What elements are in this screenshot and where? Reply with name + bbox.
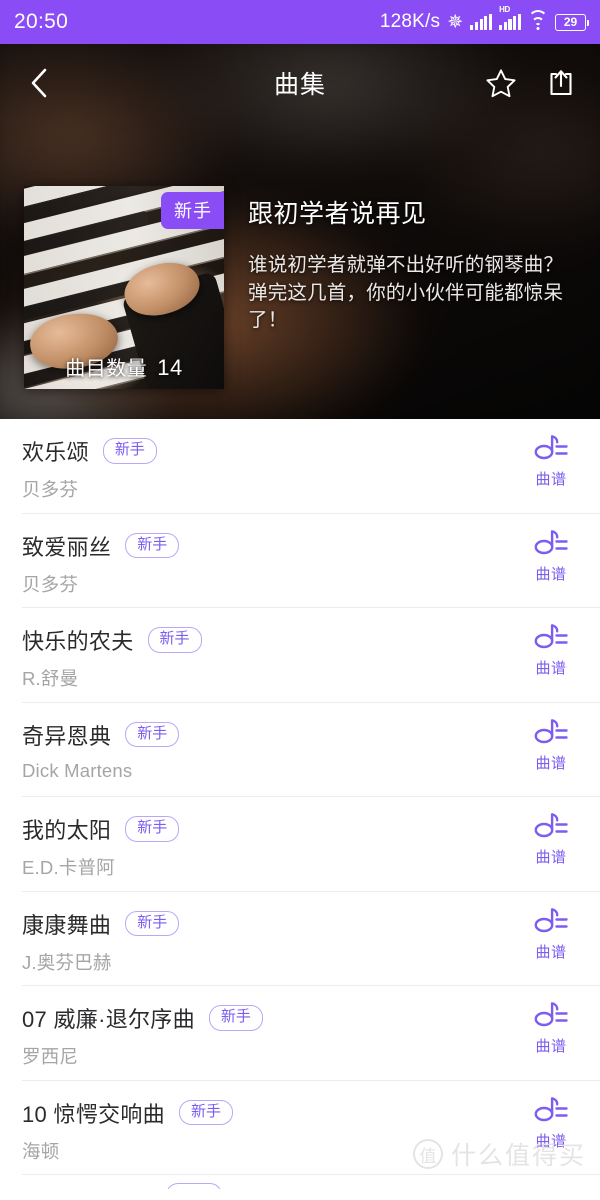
sheet-music-label: 曲谱 xyxy=(535,660,567,677)
row-title-group: 欢乐颂 新手 xyxy=(22,435,157,467)
signal-bars-icon xyxy=(470,14,493,30)
song-title: 07 威廉·退尔序曲 xyxy=(22,1007,195,1032)
hd-signal-bars-icon: HD xyxy=(499,5,521,30)
music-note-icon xyxy=(534,813,568,838)
level-badge: 新手 xyxy=(125,816,180,842)
chevron-left-icon xyxy=(31,68,47,98)
song-title: 奇异恩典 xyxy=(22,723,112,749)
table-row[interactable]: 欢乐颂 新手 贝多芬 曲谱 xyxy=(0,419,600,514)
table-row[interactable]: 我的太阳 新手 E.D.卡普阿 曲谱 xyxy=(0,797,600,892)
level-badge-partial xyxy=(166,1183,222,1189)
back-button[interactable] xyxy=(22,66,56,100)
nav-bar: 曲集 xyxy=(0,44,600,122)
track-count: 曲目数量 14 xyxy=(24,352,224,381)
sheet-music-button[interactable]: 曲谱 xyxy=(522,906,580,962)
row-title-group: 致爱丽丝 新手 xyxy=(22,530,180,562)
row-title-group: 我的太阳 新手 xyxy=(22,813,180,845)
track-count-value: 14 xyxy=(157,355,183,380)
hd-label: HD xyxy=(499,5,511,14)
table-row[interactable]: 致爱丽丝 新手 贝多芬 曲谱 xyxy=(0,514,600,609)
level-badge: 新手 xyxy=(147,627,202,653)
sheet-music-button[interactable]: 曲谱 xyxy=(522,528,580,584)
hero-body: 新手 曲目数量 14 跟初学者说再见 谁说初学者就弹不出好听的钢琴曲？弹完这几首，… xyxy=(24,186,600,389)
music-note-icon xyxy=(534,435,568,460)
sheet-music-button[interactable]: 曲谱 xyxy=(522,1000,580,1056)
level-badge: 新手 xyxy=(125,721,180,748)
battery-icon: 29 xyxy=(555,13,589,31)
sheet-music-label: 曲谱 xyxy=(535,1038,567,1055)
table-row[interactable]: 10 惊愕交响曲 新手 海顿 曲谱 xyxy=(0,1081,600,1176)
level-badge: 新手 xyxy=(125,532,180,559)
collection-title: 跟初学者说再见 xyxy=(248,200,427,228)
battery-level-label: 29 xyxy=(563,15,578,29)
song-artist: 海顿 xyxy=(22,1140,60,1162)
table-row[interactable]: 康康舞曲 新手 J.奥芬巴赫 曲谱 xyxy=(0,892,600,987)
sheet-music-label: 曲谱 xyxy=(535,943,567,961)
bluetooth-icon: ✵ xyxy=(447,11,464,33)
song-title: 致爱丽丝 xyxy=(22,534,112,560)
sheet-music-label: 曲谱 xyxy=(535,471,567,488)
song-list: 欢乐颂 新手 贝多芬 曲谱 致爱丽丝 新手 贝多芬 曲谱 快乐的农夫 新手 R.… xyxy=(0,419,600,1200)
sheet-music-label: 曲谱 xyxy=(535,849,567,866)
song-artist: 贝多芬 xyxy=(22,573,79,595)
song-artist: J.奥芬巴赫 xyxy=(22,951,112,973)
star-icon xyxy=(486,68,516,97)
sheet-music-button[interactable]: 曲谱 xyxy=(522,622,580,678)
nav-actions xyxy=(484,66,578,100)
favorite-button[interactable] xyxy=(484,66,518,100)
song-artist: R.舒曼 xyxy=(22,668,79,689)
hero-header: 曲集 新手 曲目数量 14 跟初学者说再见 谁说初学者就弹不出好听的钢琴曲？弹完… xyxy=(0,44,600,419)
album-thumbnail[interactable]: 新手 曲目数量 14 xyxy=(24,186,224,389)
song-artist: E.D.卡普阿 xyxy=(22,857,115,878)
network-speed-label: 128K/s xyxy=(379,11,441,32)
row-title-group: 奇异恩典 新手 xyxy=(22,719,180,751)
music-note-icon xyxy=(534,529,568,554)
row-title-group: 快乐的农夫 新手 xyxy=(22,624,202,656)
song-title: 欢乐颂 xyxy=(22,440,89,465)
row-title-group: 康康舞曲 新手 xyxy=(22,908,180,940)
level-badge: 新手 xyxy=(125,910,180,937)
level-badge: 新手 xyxy=(208,1005,263,1031)
sheet-music-button[interactable]: 曲谱 xyxy=(522,811,580,867)
status-clock: 20:50 xyxy=(14,10,69,33)
app-root: 20:50 128K/s ✵ HD 29 曲集 新手 曲目数量 14 跟初学者说… xyxy=(0,0,600,1200)
row-title-group: 07 威廉·退尔序曲 新手 xyxy=(22,1002,263,1034)
song-title: 我的太阳 xyxy=(22,818,112,843)
song-artist: 贝多芬 xyxy=(22,479,79,500)
hero-text: 跟初学者说再见 谁说初学者就弹不出好听的钢琴曲？弹完这几首，你的小伙伴可能都惊呆… xyxy=(224,186,600,389)
music-note-icon xyxy=(534,1096,568,1121)
song-artist: 罗西尼 xyxy=(22,1046,79,1067)
table-row[interactable]: 快乐的农夫 新手 R.舒曼 曲谱 xyxy=(0,608,600,703)
track-count-label: 曲目数量 xyxy=(65,358,148,380)
music-note-icon xyxy=(534,1002,568,1027)
wifi-icon xyxy=(528,10,548,30)
sheet-music-button[interactable]: 曲谱 xyxy=(522,433,580,489)
music-note-icon xyxy=(534,718,568,743)
music-note-icon xyxy=(534,624,568,649)
collection-description: 谁说初学者就弹不出好听的钢琴曲？弹完这几首，你的小伙伴可能都惊呆了！ xyxy=(248,254,564,332)
row-title-group: 10 惊愕交响曲 新手 xyxy=(22,1097,233,1129)
sheet-music-button[interactable]: 曲谱 xyxy=(522,1095,580,1151)
song-title: 10 惊愕交响曲 xyxy=(22,1101,165,1127)
table-row[interactable]: 07 威廉·退尔序曲 新手 罗西尼 曲谱 xyxy=(0,986,600,1081)
music-note-icon xyxy=(534,907,568,932)
level-badge: 新手 xyxy=(102,438,157,464)
table-row[interactable]: 奇异恩典 新手 Dick Martens 曲谱 xyxy=(0,703,600,798)
sheet-music-button[interactable]: 曲谱 xyxy=(522,717,580,773)
share-button[interactable] xyxy=(544,66,578,100)
level-badge: 新手 xyxy=(178,1099,233,1126)
share-icon xyxy=(550,70,572,96)
level-badge: 新手 xyxy=(161,192,224,229)
status-bar: 20:50 128K/s ✵ HD 29 xyxy=(0,0,600,44)
song-title: 快乐的农夫 xyxy=(22,629,134,654)
song-title: 康康舞曲 xyxy=(22,912,112,938)
sheet-music-label: 曲谱 xyxy=(535,565,567,583)
table-row-partial[interactable] xyxy=(0,1175,600,1189)
status-icons: 128K/s ✵ HD 29 xyxy=(379,5,589,33)
song-artist: Dick Martens xyxy=(22,759,133,781)
sheet-music-label: 曲谱 xyxy=(535,1132,567,1150)
sheet-music-label: 曲谱 xyxy=(535,754,567,772)
